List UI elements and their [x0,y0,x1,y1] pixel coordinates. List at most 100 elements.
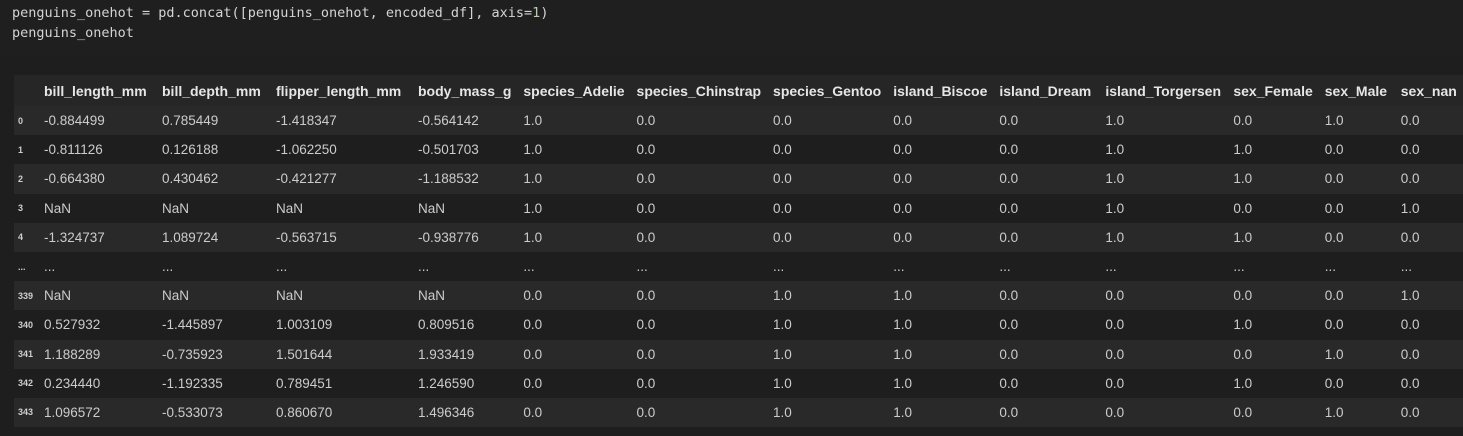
table-cell: -1.062250 [276,142,337,158]
table-cell: 0.0 [636,288,656,304]
table-cell: 0.0 [636,229,656,245]
table-cell: 0.0 [636,404,656,420]
row-index: 3 [18,203,24,214]
column-header: island_Dream [999,82,1092,99]
table-cell: -0.884499 [44,113,105,129]
table-cell: 0.0 [1324,171,1344,187]
row-index: 4 [18,232,24,243]
row-index: 2 [18,173,24,184]
table-cell: 0.0 [636,113,656,129]
table-cell: ... [418,259,430,275]
table-cell: 0.0 [1233,288,1253,304]
table-cell: 0.785449 [162,113,219,129]
code-line-2[interactable]: penguins_onehot [12,23,134,43]
table-cell: NaN [44,200,72,216]
table-cell: 0.0 [1324,200,1344,216]
table-cell: 1.0 [1105,171,1125,187]
code-cell[interactable]: penguins_onehot = pd.concat([penguins_on… [0,0,1463,56]
row-index: 0 [18,115,24,126]
table-cell: 0.234440 [44,375,101,391]
table-cell: NaN [276,288,304,304]
table-cell: ... [773,259,785,275]
table-cell: 1.0 [1105,113,1125,129]
row-index: 1 [18,144,24,155]
column-header: island_Torgersen [1105,82,1222,99]
row-index: ... [18,261,26,272]
table-cell: 1.0 [773,288,792,304]
code-line-1[interactable]: penguins_onehot = pd.concat([penguins_on… [12,3,548,23]
table-cell: 0.0 [773,113,792,129]
table-cell: 1.0 [773,317,792,333]
table-cell: 0.0 [999,171,1019,187]
column-header: flipper_length_mm [276,82,402,99]
table-cell: 1.0 [1105,229,1125,245]
table-cell: -0.563715 [276,229,337,245]
table-cell: 0.0 [999,113,1019,129]
table-cell: 0.0 [893,171,912,187]
table-cell: 0.0 [999,404,1019,420]
table-cell: ... [44,259,56,275]
code-line-1-text: penguins_onehot = pd.concat([penguins_on… [12,5,533,21]
table-cell: 1.0 [1233,375,1253,391]
table-cell: 1.003109 [276,317,333,333]
table-cell: -1.324737 [44,229,105,245]
column-header: bill_length_mm [44,82,147,99]
table-cell: ... [1324,259,1337,275]
table-cell: 0.0 [893,200,912,216]
table-cell: 0.0 [1400,375,1420,391]
table-cell: -0.533073 [162,404,223,420]
table-cell: 1.0 [893,317,912,333]
column-header: sex_Male [1324,82,1388,99]
table-cell: 0.0 [1105,375,1125,391]
table-cell: 0.0 [773,200,792,216]
table-cell: 0.0 [1105,404,1125,420]
table-cell: 1.496346 [418,404,475,420]
table-cell: 0.0 [1324,317,1344,333]
index-header [14,75,38,106]
table-row: 340 0.527932 -1.445897 1.003109 0.809516 0.0 0… [14,310,1463,340]
table-cell: 0.0 [773,142,792,158]
table-cell: 0.0 [999,346,1019,362]
table-cell: 0.0 [1233,404,1253,420]
table-cell: -0.664380 [44,171,105,187]
table-cell: 1.0 [523,113,543,129]
table-cell: 0.0 [893,113,912,129]
table-cell: ... [1233,259,1245,275]
table-cell: ... [276,259,288,275]
table-cell: ... [1400,259,1413,275]
table-cell: -0.811126 [44,142,103,158]
table-row: 0 -0.884499 0.785449 -1.418347 -0.564142 1.0 0… [14,106,1463,136]
table-cell: 1.0 [893,288,912,304]
table-cell: 1.0 [1324,404,1344,420]
table-cell: -1.192335 [162,375,223,391]
table-cell: 0.0 [999,142,1019,158]
table-cell: 1.0 [773,404,792,420]
row-index: 343 [18,407,34,418]
table-cell: NaN [418,288,446,304]
table-cell: -1.188532 [418,171,479,187]
table-cell: ... [893,259,905,275]
row-index: 341 [18,349,34,360]
table-row: ........................................… [14,251,1463,282]
table-cell: 0.0 [636,142,656,158]
column-header: island_Biscoe [893,82,988,99]
table-row: 1 -0.811126 0.126188 -1.062250 -0.501703 1.0 0… [14,135,1463,165]
table-cell: 1.0 [893,375,912,391]
table-cell: 1.0 [1324,346,1344,362]
table-cell: 0.0 [636,317,656,333]
row-index: 340 [18,319,34,330]
dataframe-table: bill_length_mm bill_depth_mm flipper_len… [14,75,1463,428]
table-cell: 0.0 [1400,229,1420,245]
table-cell: 1.0 [893,404,912,420]
table-row: 343 1.096572 -0.533073 0.860670 1.496346 0.0 0… [14,397,1463,428]
table-cell: 0.0 [1400,113,1420,129]
table-cell: ... [523,259,535,275]
table-cell: ... [1105,259,1117,275]
column-header: species_Adelie [523,82,625,99]
table-cell: 0.0 [893,142,912,158]
table-cell: 1.0 [1233,229,1253,245]
column-header: bill_depth_mm [162,82,261,99]
table-cell: -0.421277 [276,171,337,187]
table-cell: ... [636,259,648,275]
table-cell: 0.0 [523,404,543,420]
